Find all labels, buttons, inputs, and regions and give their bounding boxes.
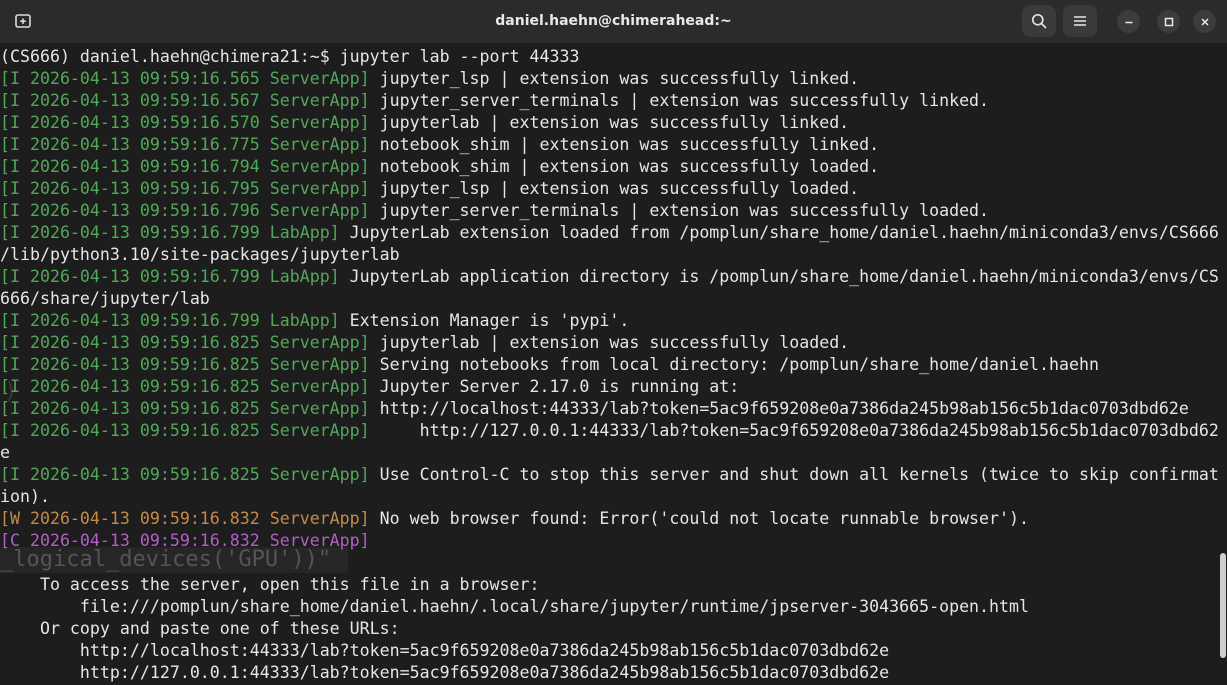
terminal-line: [I 2026-04-13 09:59:16.565 ServerApp] ju… (0, 68, 1219, 90)
log-prefix: [I 2026-04-13 09:59:16.825 ServerApp] (0, 399, 370, 418)
log-message: JupyterLab extension loaded from /pomplu… (339, 223, 1219, 242)
terminal-line: file:///pomplun/share_home/daniel.haehn/… (0, 596, 1219, 618)
log-message: jupyter_lsp | extension was successfully… (369, 69, 860, 88)
title-bar[interactable]: daniel.haehn@chimerahead:~ (0, 0, 1227, 43)
log-prefix: [C 2026-04-13 09:59:16.832 ServerApp] (0, 531, 370, 550)
log-message: JupyterLab application directory is /pom… (339, 267, 1219, 286)
maximize-icon (1164, 17, 1173, 26)
terminal-lines: (CS666) daniel.haehn@chimera21:~$ jupyte… (0, 46, 1219, 684)
log-message: /lib/python3.10/site-packages/jupyterlab (0, 245, 400, 264)
terminal-line: [I 2026-04-13 09:59:16.567 ServerApp] ju… (0, 90, 1219, 112)
log-prefix: [W 2026-04-13 09:59:16.832 ServerApp] (0, 509, 370, 528)
log-message: http://localhost:44333/lab?token=5ac9f65… (0, 641, 890, 660)
log-message: notebook_shim | extension was successful… (369, 135, 880, 154)
log-message: jupyterlab | extension was successfully … (369, 333, 850, 352)
minimize-icon (1125, 21, 1132, 23)
log-prefix: [I 2026-04-13 09:59:16.825 ServerApp] (0, 421, 370, 440)
log-prefix: [I 2026-04-13 09:59:16.825 ServerApp] (0, 465, 370, 484)
terminal-line: [I 2026-04-13 09:59:16.825 ServerApp] Se… (0, 354, 1219, 376)
terminal-line: [I 2026-04-13 09:59:16.825 ServerApp] Us… (0, 464, 1219, 486)
log-message: notebook_shim | extension was successful… (369, 157, 880, 176)
terminal-line: Or copy and paste one of these URLs: (0, 618, 1219, 640)
log-prefix: [I 2026-04-13 09:59:16.570 ServerApp] (0, 113, 370, 132)
log-prefix: [I 2026-04-13 09:59:16.796 ServerApp] (0, 201, 370, 220)
terminal-line: 666/share/jupyter/lab (0, 288, 1219, 310)
log-message: jupyter_server_terminals | extension was… (369, 91, 990, 110)
log-prefix: [I 2026-04-13 09:59:16.567 ServerApp] (0, 91, 370, 110)
terminal-line: /lib/python3.10/site-packages/jupyterlab (0, 244, 1219, 266)
log-message: http://127.0.0.1:44333/lab?token=5ac9f65… (369, 421, 1219, 440)
search-button[interactable] (1022, 5, 1056, 37)
terminal-window: daniel.haehn@chimerahead:~ _logical_devi… (0, 0, 1227, 685)
log-message: http://localhost:44333/lab?token=5ac9f65… (369, 399, 1189, 418)
maximize-button[interactable] (1157, 10, 1180, 33)
terminal-line (0, 552, 1219, 574)
terminal-line: http://127.0.0.1:44333/lab?token=5ac9f65… (0, 662, 1219, 684)
log-message: http://127.0.0.1:44333/lab?token=5ac9f65… (0, 663, 890, 682)
log-message: e (0, 443, 10, 462)
terminal-line: [I 2026-04-13 09:59:16.799 LabApp] Jupyt… (0, 222, 1219, 244)
terminal-line: ion). (0, 486, 1219, 508)
terminal-line: [I 2026-04-13 09:59:16.570 ServerApp] ju… (0, 112, 1219, 134)
menu-button[interactable] (1063, 5, 1097, 37)
log-prefix: [I 2026-04-13 09:59:16.565 ServerApp] (0, 69, 370, 88)
new-tab-button[interactable] (8, 7, 38, 35)
scrollbar[interactable] (1219, 43, 1227, 685)
log-message: Serving notebooks from local directory: … (369, 355, 1099, 374)
minimize-button[interactable] (1117, 10, 1140, 33)
terminal-line: [I 2026-04-13 09:59:16.825 ServerApp] ht… (0, 398, 1219, 420)
terminal-line: [C 2026-04-13 09:59:16.832 ServerApp] (0, 530, 1219, 552)
log-prefix: [I 2026-04-13 09:59:16.794 ServerApp] (0, 157, 370, 176)
hamburger-menu-icon (1074, 16, 1086, 26)
log-prefix: [I 2026-04-13 09:59:16.825 ServerApp] (0, 355, 370, 374)
log-message: Jupyter Server 2.17.0 is running at: (369, 377, 740, 396)
terminal-line: [I 2026-04-13 09:59:16.794 ServerApp] no… (0, 156, 1219, 178)
log-prefix: [I 2026-04-13 09:59:16.775 ServerApp] (0, 135, 370, 154)
terminal-line: [I 2026-04-13 09:59:16.825 ServerApp] ht… (0, 420, 1219, 442)
terminal-line: (CS666) daniel.haehn@chimera21:~$ jupyte… (0, 46, 1219, 68)
search-icon (1031, 13, 1047, 29)
log-prefix: [I 2026-04-13 09:59:16.799 LabApp] (0, 223, 340, 242)
new-tab-icon (15, 14, 31, 28)
log-message: jupyter_lsp | extension was successfully… (369, 179, 860, 198)
log-message (0, 553, 40, 572)
terminal-output[interactable]: _logical_devices('GPU'))" ) (CS666) dani… (0, 43, 1219, 685)
log-prefix: [I 2026-04-13 09:59:16.799 LabApp] (0, 267, 340, 286)
terminal-line: [I 2026-04-13 09:59:16.775 ServerApp] no… (0, 134, 1219, 156)
terminal-line: [I 2026-04-13 09:59:16.796 ServerApp] ju… (0, 200, 1219, 222)
terminal-line: e (0, 442, 1219, 464)
log-message: jupyterlab | extension was successfully … (369, 113, 850, 132)
log-prefix: [I 2026-04-13 09:59:16.825 ServerApp] (0, 333, 370, 352)
log-message: No web browser found: Error('could not l… (369, 509, 1029, 528)
terminal-line: To access the server, open this file in … (0, 574, 1219, 596)
terminal-line: [I 2026-04-13 09:59:16.795 ServerApp] ju… (0, 178, 1219, 200)
log-prefix: [I 2026-04-13 09:59:16.825 ServerApp] (0, 377, 370, 396)
terminal-line: [I 2026-04-13 09:59:16.799 LabApp] Exten… (0, 310, 1219, 332)
close-button[interactable] (1193, 10, 1216, 33)
terminal-line: [I 2026-04-13 09:59:16.825 ServerApp] Ju… (0, 376, 1219, 398)
close-icon (1200, 17, 1209, 26)
terminal-line: [I 2026-04-13 09:59:16.825 ServerApp] ju… (0, 332, 1219, 354)
log-message: file:///pomplun/share_home/daniel.haehn/… (0, 597, 1029, 616)
log-message: Or copy and paste one of these URLs: (0, 619, 400, 638)
log-message: jupyter_server_terminals | extension was… (369, 201, 990, 220)
scrollbar-thumb[interactable] (1220, 553, 1226, 658)
log-message: (CS666) daniel.haehn@chimera21:~$ jupyte… (0, 47, 580, 66)
terminal-line: http://localhost:44333/lab?token=5ac9f65… (0, 640, 1219, 662)
log-message: Use Control-C to stop this server and sh… (369, 465, 1219, 484)
log-message: 666/share/jupyter/lab (0, 289, 210, 308)
log-message: Extension Manager is 'pypi'. (339, 311, 630, 330)
terminal-line: [I 2026-04-13 09:59:16.799 LabApp] Jupyt… (0, 266, 1219, 288)
terminal-line: [W 2026-04-13 09:59:16.832 ServerApp] No… (0, 508, 1219, 530)
log-prefix: [I 2026-04-13 09:59:16.799 LabApp] (0, 311, 340, 330)
log-message: ion). (0, 487, 50, 506)
log-message: To access the server, open this file in … (0, 575, 540, 594)
log-prefix: [I 2026-04-13 09:59:16.795 ServerApp] (0, 179, 370, 198)
